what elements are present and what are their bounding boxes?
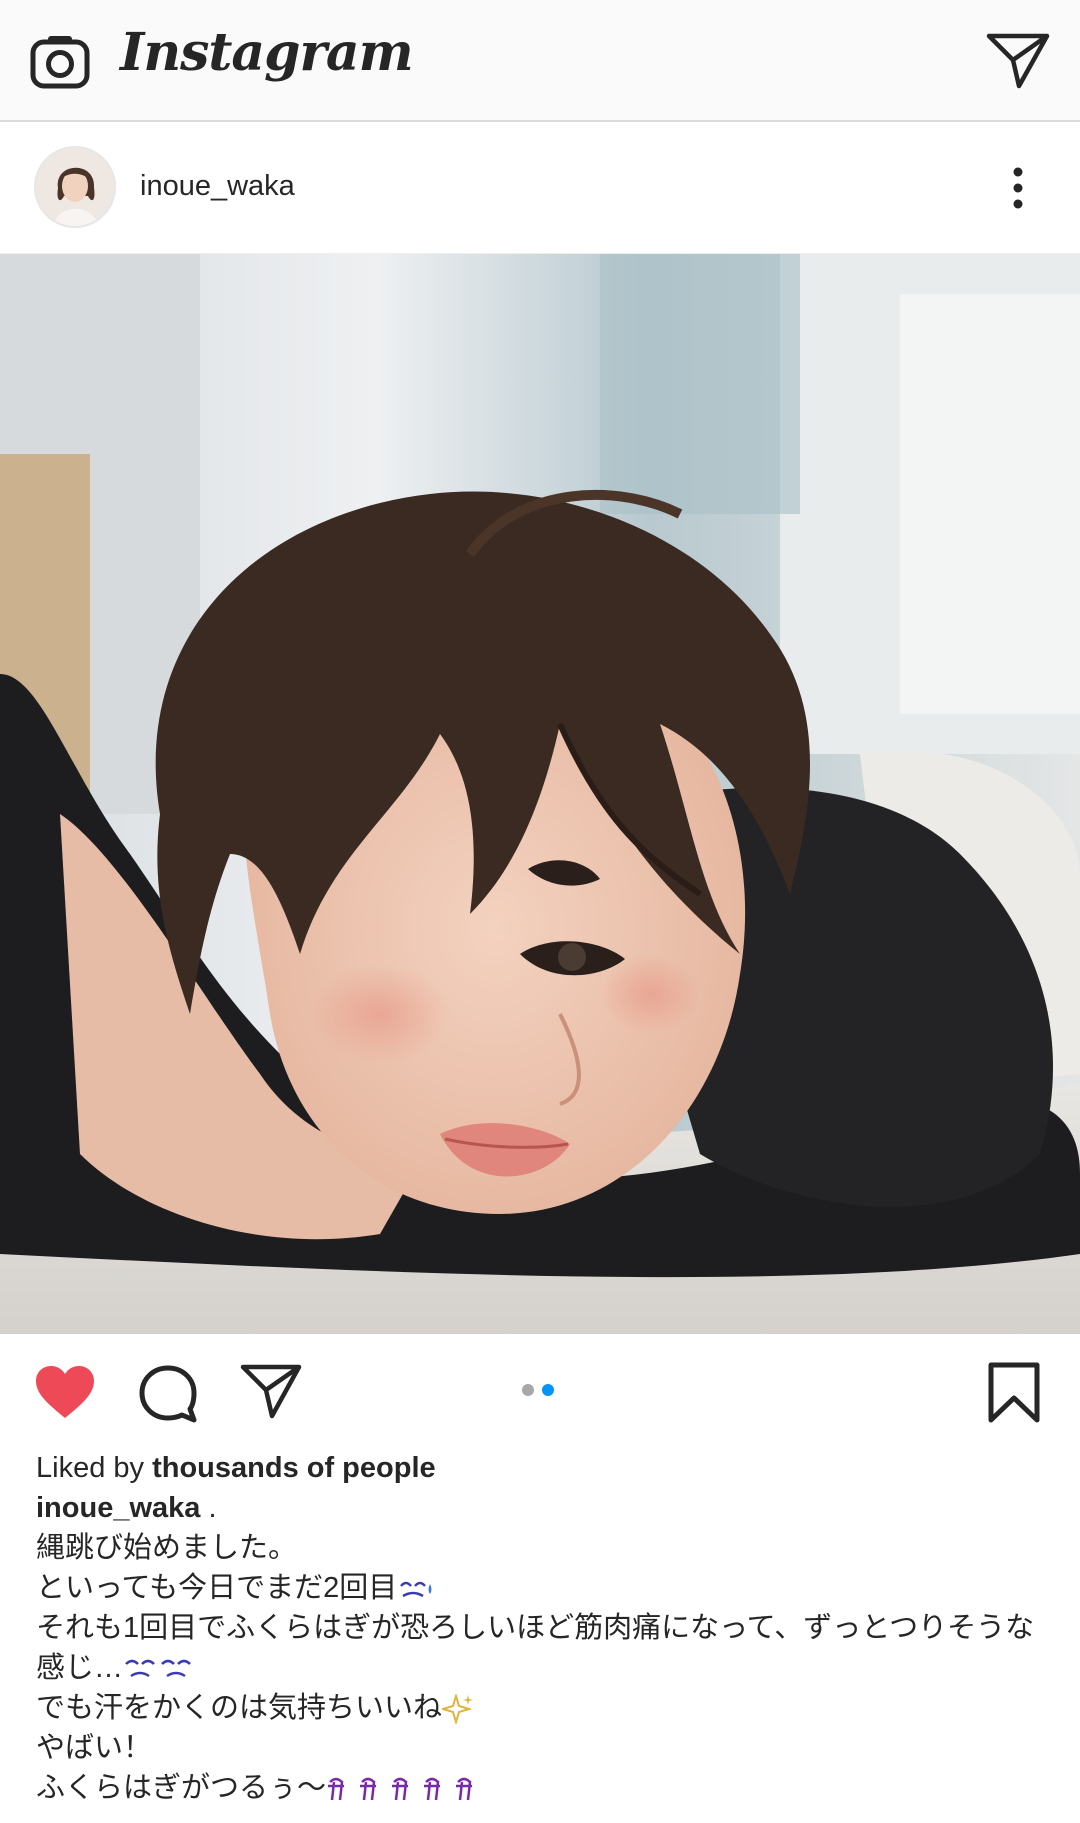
carousel-indicator [522, 1384, 562, 1398]
caption-line: それも1回目でふくらはぎが恐ろしいほど筋肉痛になって、ずっとつりそうな感じ… [36, 1608, 1056, 1688]
caption-line: といっても今日でまだ2回目 [36, 1568, 1056, 1608]
avatar[interactable] [34, 146, 116, 228]
likes-prefix: Liked by [36, 1452, 153, 1484]
caption-suffix: . [200, 1492, 217, 1524]
caption-line-text: といっても今日でまだ2回目 [36, 1572, 398, 1604]
likes-text[interactable]: Liked by thousands of people [36, 1448, 1056, 1488]
sweat-face-emoji-icon [400, 1582, 432, 1598]
post-caption: Liked by thousands of people inoue_waka … [36, 1448, 1056, 1808]
heart-icon[interactable] [34, 1364, 96, 1420]
crying-face-emoji-icon [125, 1660, 191, 1678]
caption-line: やばい！ [36, 1732, 153, 1764]
caption-author-line: inoue_waka . [36, 1488, 1056, 1528]
app-logo: Instagram [120, 22, 414, 83]
carousel-dot [522, 1384, 534, 1396]
camera-icon[interactable] [30, 32, 90, 92]
caption-line: 縄跳び始めました。 [36, 1532, 298, 1564]
caption-line-text: でも汗をかくのは気持ちいいね [36, 1692, 443, 1724]
caption-line: でも汗をかくのは気持ちいいね [36, 1688, 1056, 1728]
caption-line-text: ふくらはぎがつるぅ〜 [36, 1772, 327, 1804]
sparkles-icon [442, 1694, 474, 1725]
crying-emoji-row-icon [328, 1778, 473, 1801]
paper-plane-icon[interactable] [985, 30, 1051, 90]
paper-plane-icon[interactable] [240, 1362, 302, 1420]
comment-icon[interactable] [138, 1364, 198, 1424]
top-app-bar: Instagram [0, 0, 1080, 122]
bookmark-icon[interactable] [986, 1362, 1042, 1424]
caption-line: ふくらはぎがつるぅ〜 [36, 1768, 1056, 1808]
caption-username[interactable]: inoue_waka [36, 1492, 200, 1524]
post-image[interactable] [0, 254, 1080, 1334]
more-vertical-icon[interactable] [1000, 164, 1036, 212]
carousel-dot-active [542, 1384, 554, 1396]
post-header: inoue_waka [0, 122, 1080, 254]
post-username[interactable]: inoue_waka [140, 170, 295, 203]
likes-count[interactable]: thousands of people [152, 1452, 436, 1484]
